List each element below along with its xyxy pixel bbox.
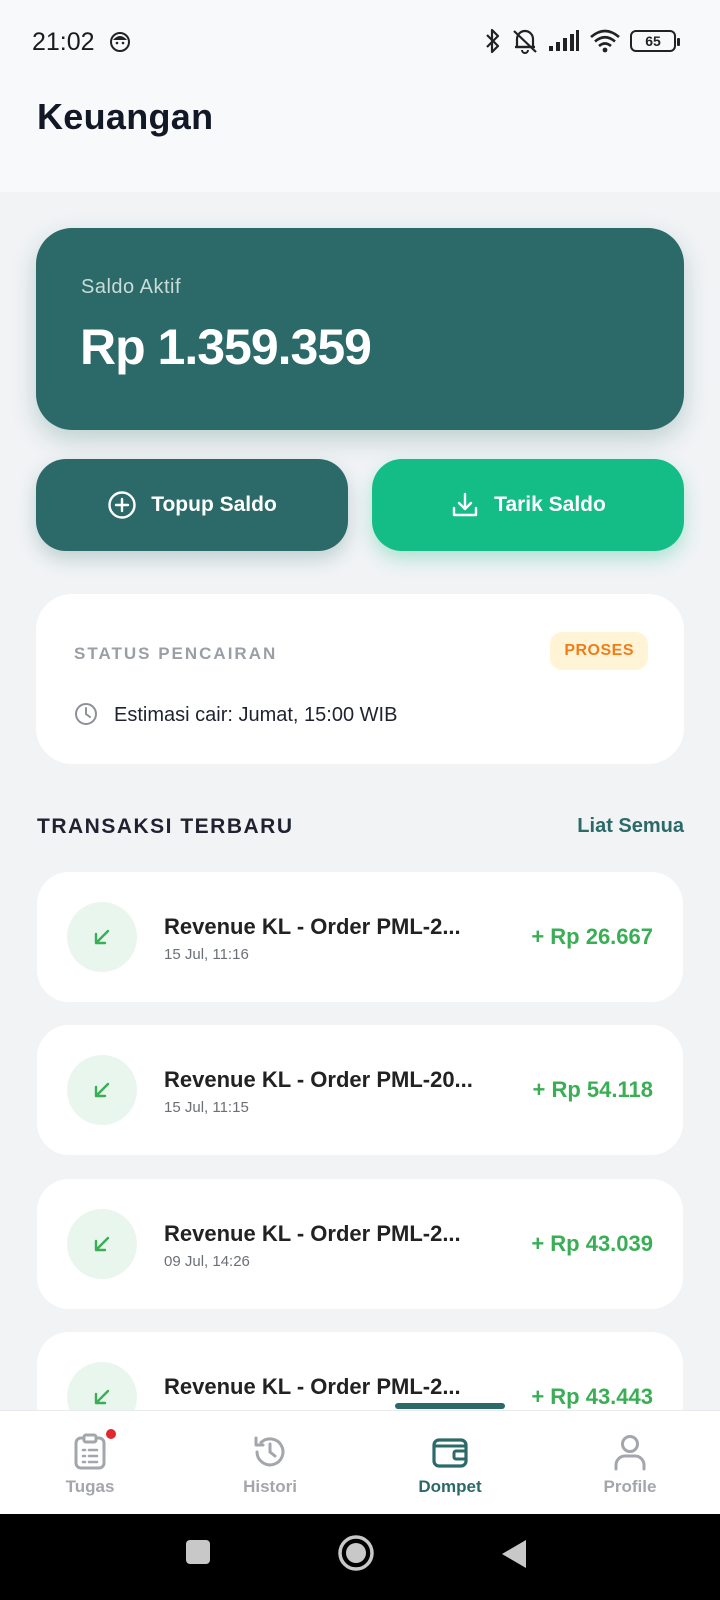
transaction-title: Revenue KL - Order PML-2... <box>164 914 461 939</box>
signal-icon <box>549 30 579 51</box>
clock-icon <box>75 703 97 725</box>
status-heading: STATUS PENCAIRAN <box>74 644 278 663</box>
status-icons: 65 <box>484 28 680 54</box>
home-icon[interactable] <box>337 1534 375 1572</box>
balance-value: Rp 1.359.359 <box>80 319 372 375</box>
top-area: 21:02 65 Keuangan <box>0 0 720 192</box>
download-icon <box>452 492 478 517</box>
transaction-title: Revenue KL - Order PML-2... <box>164 1374 461 1399</box>
see-all-link[interactable]: Liat Semua <box>577 815 684 838</box>
arrow-down-left-icon <box>67 1209 137 1279</box>
balance-label: Saldo Aktif <box>81 276 182 298</box>
withdrawal-status-card: STATUS PENCAIRAN PROSES Estimasi cair: J… <box>36 594 684 764</box>
clipboard-icon <box>74 1433 106 1470</box>
notification-dot <box>104 1427 118 1441</box>
mute-icon <box>513 29 537 54</box>
user-icon <box>614 1435 646 1471</box>
nav-label: Tugas <box>65 1477 115 1496</box>
transaction-title: Revenue KL - Order PML-2... <box>164 1221 461 1246</box>
transaction-item[interactable]: Revenue KL - Order PML-2... 15 Jul, 11:1… <box>37 872 683 1002</box>
arrow-down-left-icon <box>67 902 137 972</box>
transaction-item[interactable]: Revenue KL - Order PML-20... 15 Jul, 11:… <box>37 1025 683 1155</box>
transaction-date: 15 Jul, 11:15 <box>164 1099 249 1116</box>
bottom-nav: Tugas Histori Dompet Profile <box>0 1403 720 1515</box>
nav-tab-tugas[interactable]: Tugas <box>0 1411 180 1515</box>
nav-label: Dompet <box>418 1477 482 1496</box>
nav-label: Profile <box>603 1477 657 1496</box>
system-nav-bar <box>0 1514 720 1600</box>
status-badge: PROSES <box>550 632 648 670</box>
nav-tab-profile[interactable]: Profile <box>540 1411 720 1515</box>
nav-label: Histori <box>243 1477 297 1496</box>
estimate-text: Estimasi cair: Jumat, 15:00 WIB <box>114 704 398 726</box>
transaction-date: 15 Jul, 11:16 <box>164 946 249 963</box>
status-time: 21:02 <box>32 28 95 56</box>
topup-label: Topup Saldo <box>151 493 277 516</box>
history-icon <box>254 1436 285 1467</box>
arrow-down-left-icon <box>67 1055 137 1125</box>
battery-icon: 65 <box>630 30 680 52</box>
status-bar: 21:02 65 <box>0 18 720 66</box>
plus-circle-icon <box>108 491 136 519</box>
page-title: Keuangan <box>37 96 214 137</box>
transaction-amount: + Rp 43.443 <box>531 1384 653 1409</box>
bluetooth-icon <box>486 28 500 54</box>
tarik-label: Tarik Saldo <box>494 493 606 516</box>
transactions-title: TRANSAKSI TERBARU <box>37 815 294 838</box>
transaction-date: 09 Jul, 14:26 <box>164 1253 250 1270</box>
wifi-icon <box>590 29 620 53</box>
tarik-button[interactable]: Tarik Saldo <box>372 459 684 551</box>
recents-icon[interactable] <box>184 1538 212 1566</box>
topup-button[interactable]: Topup Saldo <box>36 459 348 551</box>
nav-tab-dompet[interactable]: Dompet <box>360 1411 540 1515</box>
transaction-amount: + Rp 43.039 <box>531 1231 653 1256</box>
nav-tab-histori[interactable]: Histori <box>180 1411 360 1515</box>
balance-card: Saldo Aktif Rp 1.359.359 <box>36 228 684 430</box>
transaction-amount: + Rp 54.118 <box>532 1077 653 1102</box>
back-icon[interactable] <box>500 1538 528 1570</box>
face-icon <box>110 32 130 52</box>
transaction-item[interactable]: Revenue KL - Order PML-2... 09 Jul, 14:2… <box>37 1179 683 1309</box>
transaction-title: Revenue KL - Order PML-20... <box>164 1067 473 1092</box>
transaction-amount: + Rp 26.667 <box>531 924 653 949</box>
active-tab-indicator <box>395 1403 505 1409</box>
wallet-icon <box>432 1438 468 1468</box>
